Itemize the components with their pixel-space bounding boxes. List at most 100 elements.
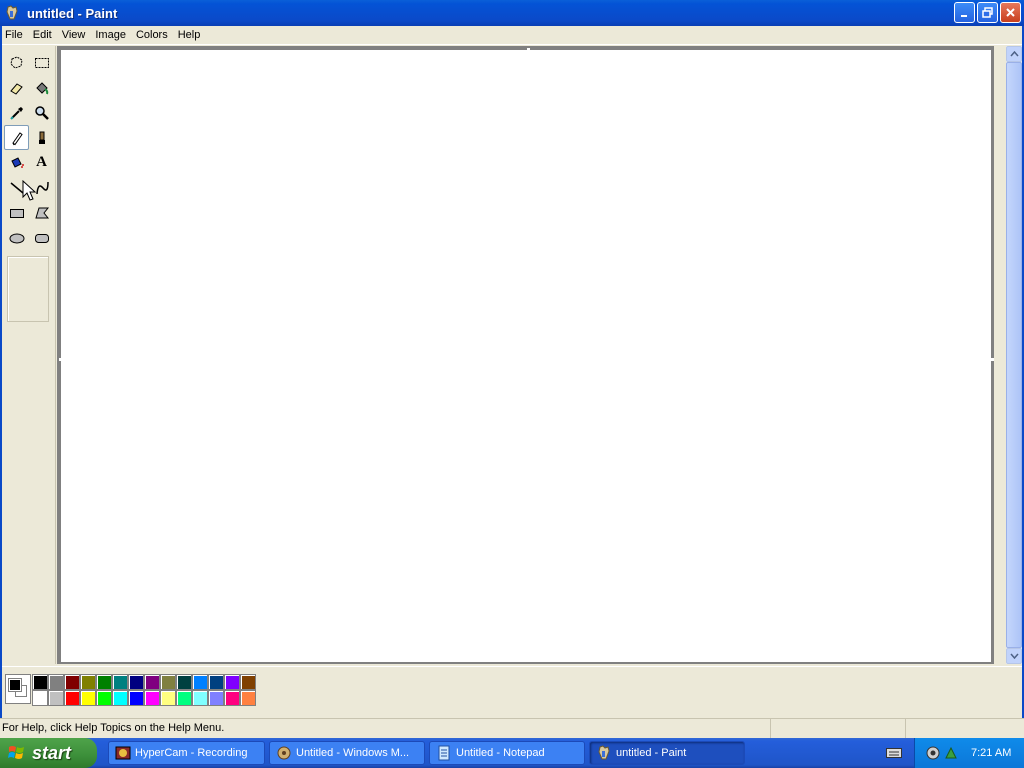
system-tray: 7:21 AM — [914, 738, 1024, 768]
hypercam-tray-icon[interactable] — [925, 745, 941, 761]
keyboard-icon[interactable] — [886, 747, 902, 759]
palette-swatch[interactable] — [96, 674, 112, 690]
paint-bucket-icon — [35, 81, 48, 94]
resize-handle-right[interactable] — [991, 358, 994, 361]
taskbar-item-hypercam[interactable]: HyperCam - Recording — [108, 741, 265, 765]
taskbar-item-paint[interactable]: untitled - Paint — [589, 741, 745, 765]
scroll-down-button[interactable] — [1006, 648, 1022, 664]
status-cell-coordinates — [770, 719, 905, 738]
tool-magnifier[interactable] — [29, 100, 54, 125]
palette-swatch[interactable] — [176, 690, 192, 706]
palette-swatch[interactable] — [224, 674, 240, 690]
tool-text[interactable]: A — [29, 150, 54, 175]
taskbar-item-movie-maker[interactable]: Untitled - Windows M... — [269, 741, 425, 765]
taskbar-item-label: Untitled - Windows M... — [296, 747, 410, 759]
palette-swatch[interactable] — [208, 674, 224, 690]
palette-swatch[interactable] — [80, 690, 96, 706]
canvas-area[interactable] — [57, 46, 994, 664]
palette-swatch[interactable] — [160, 690, 176, 706]
eyedropper-icon — [9, 106, 23, 120]
rectangle-select-icon — [34, 57, 49, 68]
current-colors[interactable] — [5, 674, 31, 704]
palette-swatch[interactable] — [96, 690, 112, 706]
tool-ellipse[interactable] — [4, 225, 29, 250]
foreground-color-swatch[interactable] — [8, 678, 22, 692]
taskbar-item-notepad[interactable]: Untitled - Notepad — [429, 741, 585, 765]
tool-polygon[interactable] — [29, 200, 54, 225]
menu-edit[interactable]: Edit — [28, 27, 57, 44]
paint-app-icon[interactable] — [4, 5, 20, 21]
status-cell-size — [905, 719, 1024, 738]
restore-button[interactable] — [977, 2, 998, 23]
palette-swatch[interactable] — [144, 674, 160, 690]
mouse-cursor-icon — [22, 180, 37, 201]
palette-swatch[interactable] — [192, 674, 208, 690]
color-palette — [32, 674, 256, 706]
tool-select[interactable] — [29, 50, 54, 75]
minimize-icon — [961, 15, 967, 17]
menu-file[interactable]: File — [0, 27, 28, 44]
paint-icon — [598, 745, 610, 760]
chevron-up-icon — [1009, 51, 1019, 57]
tool-brush[interactable] — [29, 125, 54, 150]
notepad-icon — [438, 745, 450, 761]
palette-swatch[interactable] — [32, 690, 48, 706]
palette-swatch[interactable] — [208, 690, 224, 706]
menu-view[interactable]: View — [57, 27, 91, 44]
tool-pick-color[interactable] — [4, 100, 29, 125]
palette-swatch[interactable] — [160, 674, 176, 690]
title-bar[interactable]: untitled - Paint — [0, 0, 1024, 26]
tool-airbrush[interactable] — [4, 150, 29, 175]
tool-rounded-rectangle[interactable] — [29, 225, 54, 250]
menu-image[interactable]: Image — [90, 27, 131, 44]
palette-swatch[interactable] — [80, 674, 96, 690]
start-label: start — [32, 742, 72, 763]
magnifier-icon — [34, 105, 49, 120]
palette-swatch[interactable] — [224, 690, 240, 706]
resize-handle-top[interactable] — [527, 48, 530, 51]
text-icon: A — [36, 154, 47, 170]
restore-icon — [982, 7, 993, 18]
palette-swatch[interactable] — [112, 674, 128, 690]
menu-bar: File Edit View Image Colors Help — [0, 26, 1024, 45]
scroll-up-button[interactable] — [1006, 46, 1022, 62]
tool-rectangle[interactable] — [4, 200, 29, 225]
taskbar-item-label: untitled - Paint — [616, 747, 687, 759]
network-icon[interactable] — [943, 745, 959, 761]
tool-free-form-select[interactable] — [4, 50, 29, 75]
scroll-thumb[interactable] — [1006, 62, 1022, 648]
palette-swatch[interactable] — [176, 674, 192, 690]
minimize-button[interactable] — [954, 2, 975, 23]
palette-swatch[interactable] — [64, 690, 80, 706]
tool-eraser[interactable] — [4, 75, 29, 100]
taskbar: start HyperCam - Recording Untitled - Wi… — [0, 738, 1024, 768]
toolbox: A — [2, 46, 56, 664]
color-box — [2, 666, 1022, 714]
palette-swatch[interactable] — [112, 690, 128, 706]
ellipse-icon — [9, 233, 24, 243]
close-button[interactable] — [1000, 2, 1021, 23]
palette-swatch[interactable] — [240, 690, 256, 706]
palette-swatch[interactable] — [64, 674, 80, 690]
window-title: untitled - Paint — [27, 5, 118, 21]
palette-swatch[interactable] — [48, 690, 64, 706]
eraser-icon — [9, 82, 23, 95]
palette-swatch[interactable] — [32, 674, 48, 690]
menu-colors[interactable]: Colors — [131, 27, 173, 44]
vertical-scrollbar[interactable] — [1006, 46, 1022, 664]
palette-swatch[interactable] — [48, 674, 64, 690]
palette-swatch[interactable] — [192, 690, 208, 706]
palette-swatch[interactable] — [128, 690, 144, 706]
clock[interactable]: 7:21 AM — [971, 747, 1011, 759]
hypercam-icon — [115, 746, 131, 760]
start-button[interactable]: start — [0, 738, 97, 768]
palette-swatch[interactable] — [128, 674, 144, 690]
resize-handle-left[interactable] — [59, 358, 62, 361]
tool-fill-with-color[interactable] — [29, 75, 54, 100]
palette-swatch[interactable] — [144, 690, 160, 706]
tool-options-box[interactable] — [7, 256, 49, 322]
palette-swatch[interactable] — [240, 674, 256, 690]
drawing-canvas[interactable] — [61, 50, 991, 662]
menu-help[interactable]: Help — [173, 27, 206, 44]
tool-pencil[interactable] — [4, 125, 29, 150]
